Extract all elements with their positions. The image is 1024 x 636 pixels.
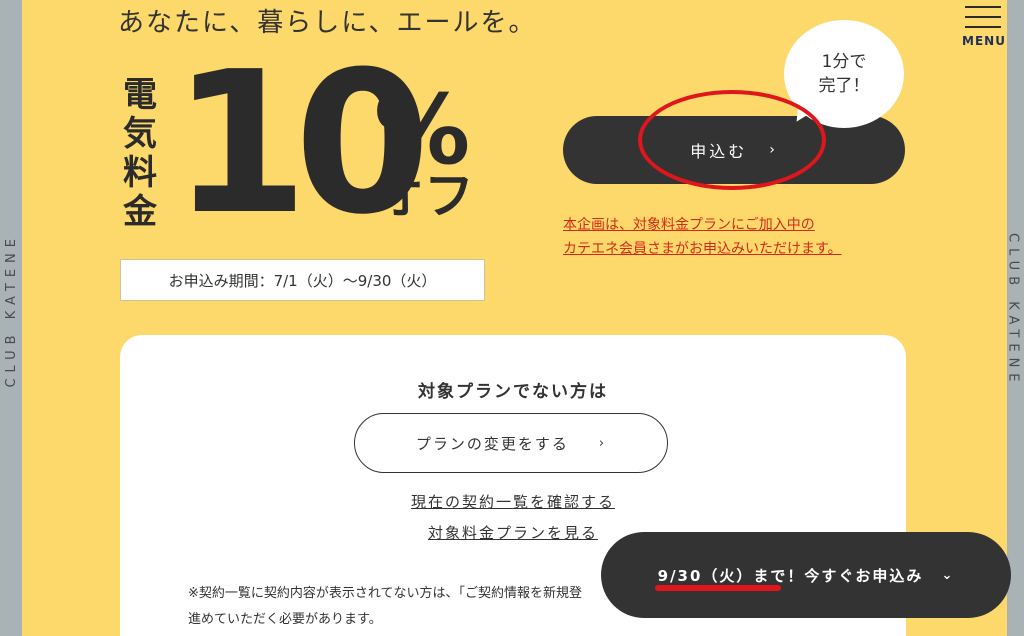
side-brand-right-text: CLUB KATENE (1005, 232, 1021, 388)
notice-line1: 本企画は、対象料金プランにご加入中の (563, 217, 815, 233)
off-label: オフ (374, 167, 474, 225)
side-brand-left: CLUB KATENE (0, 200, 22, 420)
percent-sign: % (374, 74, 471, 186)
highlight-circle (638, 90, 826, 190)
menu-label: MENU (962, 34, 1006, 48)
chevron-down-icon: ⌄ (941, 567, 955, 583)
electricity-rate-label: 電 気 料 金 (120, 76, 160, 232)
kanji-char: 料 (123, 153, 157, 193)
note-line1: ※契約一覧に契約内容が表示されてない方は、「ご契約情報を新規登 (188, 586, 583, 601)
side-brand-right: CLUB KATENE (1002, 200, 1024, 420)
contract-list-link[interactable]: 現在の契約一覧を確認する (120, 491, 906, 512)
period-text: お申込み期間：7/1（火）〜9/30（火） (168, 271, 437, 290)
bubble-line1: 1分で (821, 52, 867, 72)
side-brand-left-text: CLUB KATENE (3, 232, 19, 388)
floating-cta-label: 9/30（火）まで！今すぐお申込み (657, 566, 924, 585)
bubble-line2: 完了！ (818, 76, 870, 96)
hamburger-icon (965, 16, 1001, 18)
note-line2: 進めていただく必要があります。 (188, 612, 382, 627)
application-period: お申込み期間：7/1（火）〜9/30（火） (120, 259, 485, 301)
eligibility-notice[interactable]: 本企画は、対象料金プランにご加入中の カテエネ会員さまがお申込みいただけます。 (563, 213, 842, 261)
notice-line2: カテエネ会員さまがお申込みいただけます。 (563, 241, 842, 257)
kanji-char: 電 (123, 75, 157, 115)
highlight-underline (655, 585, 781, 591)
card-note: ※契約一覧に契約内容が表示されてない方は、「ご契約情報を新規登 進めていただく必… (188, 581, 628, 633)
change-plan-button[interactable]: プランの変更をする › (354, 413, 668, 473)
kanji-char: 金 (123, 192, 157, 232)
change-plan-label: プランの変更をする (415, 434, 569, 453)
floating-apply-cta[interactable]: 9/30（火）まで！今すぐお申込み ⌄ (601, 532, 1011, 618)
hamburger-icon (965, 6, 1001, 8)
card-title: 対象プランでない方は (418, 382, 608, 402)
hamburger-icon (965, 26, 1001, 28)
chevron-right-icon: › (598, 435, 607, 451)
menu-button[interactable]: MENU (958, 4, 1010, 50)
kanji-char: 気 (123, 114, 157, 154)
